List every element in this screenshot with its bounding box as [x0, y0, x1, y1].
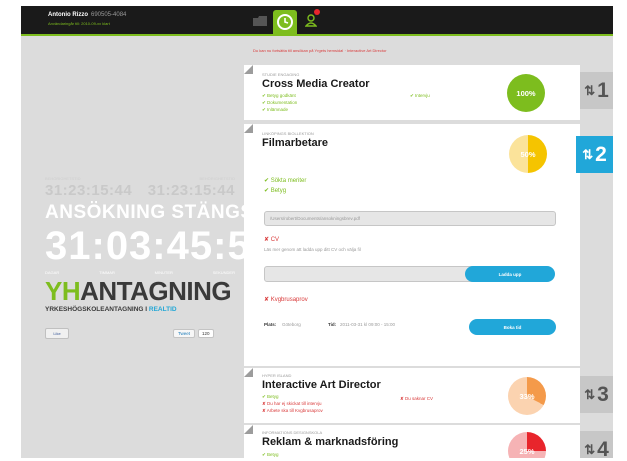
reorder-icon: ⇅: [584, 386, 596, 402]
cv-note: Läs mer genom att ladda upp ditt CV och …: [264, 247, 361, 252]
user-name[interactable]: Antonio Rizzo 690505-4084: [48, 12, 126, 18]
unit-hours: TIMMAR: [99, 270, 115, 275]
progress-pie: 100%: [507, 74, 545, 112]
rank-number: 4: [597, 437, 609, 459]
progress-percent: 33%: [519, 391, 535, 401]
user-icon[interactable]: [301, 11, 321, 30]
user-id: 690505-4084: [91, 12, 127, 18]
uploaded-file-field[interactable]: /Users/robert/Documents/ansokningsbrev.p…: [264, 211, 556, 226]
rank-tab-2[interactable]: ⇅ 2: [576, 136, 613, 173]
rank-tab-3[interactable]: ⇅ 3: [580, 376, 613, 413]
card-category: HYPER ISLAND: [262, 373, 292, 378]
book-time-button[interactable]: Boka tid: [469, 319, 556, 335]
card-title[interactable]: Cross Media Creator: [262, 78, 370, 90]
top-bar: Antonio Rizzo 690505-4084 Användaringår t…: [21, 6, 613, 36]
card-category: STUDIE ENGAGING: [262, 72, 300, 77]
program-card-1[interactable]: STUDIE ENGAGING Cross Media Creator ✔ Be…: [244, 65, 580, 120]
program-card-2[interactable]: LINKÖPINGS BIOLLEKTION Filmarbetare 50% …: [244, 124, 580, 366]
unit-seconds: SEKUNDER: [212, 270, 235, 275]
card-title[interactable]: Filmarbetare: [262, 137, 328, 149]
card-corner: [244, 368, 253, 377]
countdown-labels: BEHÖRIGHETSTID BEHÖRIGHETSTID: [45, 176, 235, 181]
countdown-units: DAGAR TIMMAR MINUTER SEKUNDER: [45, 270, 235, 275]
reorder-icon: ⇅: [582, 146, 594, 162]
progress-percent: 25%: [519, 446, 535, 456]
card-corner: [244, 124, 253, 133]
check-item: ✔ Betyg: [262, 452, 279, 457]
time-label: Tid:: [328, 322, 337, 327]
card-title[interactable]: Interactive Art Director: [262, 379, 381, 391]
check-item: ✔ Sökta meriter: [264, 178, 307, 184]
rank-number: 2: [595, 142, 607, 166]
tweet-button[interactable]: Tweet: [173, 328, 196, 338]
logo-antagning: ANTAGNING: [80, 276, 232, 306]
progress-percent: 100%: [516, 88, 536, 98]
tagline-highlight: REALTID: [148, 306, 177, 313]
like-label: Like: [53, 331, 61, 336]
progress-pie: 50%: [509, 135, 547, 173]
countdown-small-left: 31:23:15:44: [45, 182, 133, 199]
tagline-main: YRKESHÖGSKOLEANTAGNING I: [45, 306, 148, 313]
program-card-4[interactable]: INFORMATIONS DESIGNSKOLA Reklam & markna…: [244, 425, 580, 458]
reorder-icon: ⇅: [584, 441, 596, 457]
rank-number: 1: [597, 78, 609, 102]
countdown-timer: 31:03:45:52: [45, 224, 274, 268]
time-value: 2011-03-31 kl 09:00 - 15:00: [340, 322, 395, 327]
reorder-icon: ⇅: [584, 82, 596, 98]
rank-number: 3: [597, 382, 609, 406]
user-name-text: Antonio Rizzo: [48, 12, 88, 18]
card-corner: [244, 425, 253, 434]
yh-antagning-logo: YHANTAGNING: [45, 276, 232, 306]
unit-minutes: MINUTER: [154, 270, 173, 275]
tweet-count: 120: [198, 328, 214, 338]
unit-days: DAGAR: [45, 270, 60, 275]
logo-yh: YH: [45, 276, 81, 306]
program-card-3[interactable]: HYPER ISLAND Interactive Art Director ✔ …: [244, 368, 580, 423]
top-bar-accent-line: [21, 34, 613, 36]
cross-item: ✘ Arbete ska till Kvgbrusaprov: [262, 408, 323, 413]
folder-icon[interactable]: [249, 11, 271, 30]
check-item: ✔ Dokumentation: [262, 100, 298, 105]
check-item: ✔ Intervju: [410, 93, 430, 98]
exam-missing: ✘ Kvgbrusaprov: [264, 297, 308, 303]
rank-tab-4[interactable]: ⇅ 4: [580, 431, 613, 458]
facebook-like-button[interactable]: Like: [45, 328, 69, 339]
upload-button[interactable]: Ladda upp: [465, 266, 555, 282]
card-title[interactable]: Reklam & marknadsföring: [262, 436, 398, 448]
clock-icon[interactable]: [273, 10, 297, 34]
cv-file-input[interactable]: [264, 266, 494, 282]
countdown-label-right: BEHÖRIGHETSTID: [199, 176, 235, 181]
warning-message: Du kan nu fortsätta till ansökan på Yrge…: [253, 48, 387, 53]
progress-percent: 50%: [520, 149, 536, 159]
progress-pie: 25%: [508, 432, 546, 458]
check-item: ✔ Betyg: [262, 394, 279, 399]
progress-pie: 33%: [508, 377, 546, 415]
cross-item: ✘ Du har ej skickat till intervju: [262, 401, 322, 406]
user-subtitle: Användaringår till: 2010-09-xx klart: [48, 21, 110, 26]
cv-missing: ✘ CV: [264, 237, 280, 243]
tweet-widget: Tweet 120: [173, 328, 214, 338]
logo-tagline: YRKESHÖGSKOLEANTAGNING I REALTID: [45, 306, 177, 313]
application-closes-label: ANSÖKNING STÄNGS:: [45, 202, 261, 223]
countdown-label-left: BEHÖRIGHETSTID: [45, 176, 81, 181]
card-category: INFORMATIONS DESIGNSKOLA: [262, 430, 323, 435]
place-value: Göteborg: [282, 322, 301, 327]
app-frame: Antonio Rizzo 690505-4084 Användaringår t…: [21, 6, 613, 458]
card-category: LINKÖPINGS BIOLLEKTION: [262, 131, 314, 136]
check-item: ✔ Inlämnade: [262, 107, 289, 112]
rank-tab-1[interactable]: ⇅ 1: [580, 72, 613, 109]
countdown-small: 31:23:15:44 31:23:15:44: [45, 182, 235, 199]
place-label: Plats:: [264, 322, 277, 327]
check-item: ✔ Betyg godkänt: [262, 93, 296, 98]
check-item: ✔ Betyg: [264, 188, 287, 194]
cross-item: ✘ Du saknar CV: [400, 396, 434, 401]
countdown-small-right: 31:23:15:44: [147, 182, 235, 199]
card-corner: [244, 65, 253, 74]
